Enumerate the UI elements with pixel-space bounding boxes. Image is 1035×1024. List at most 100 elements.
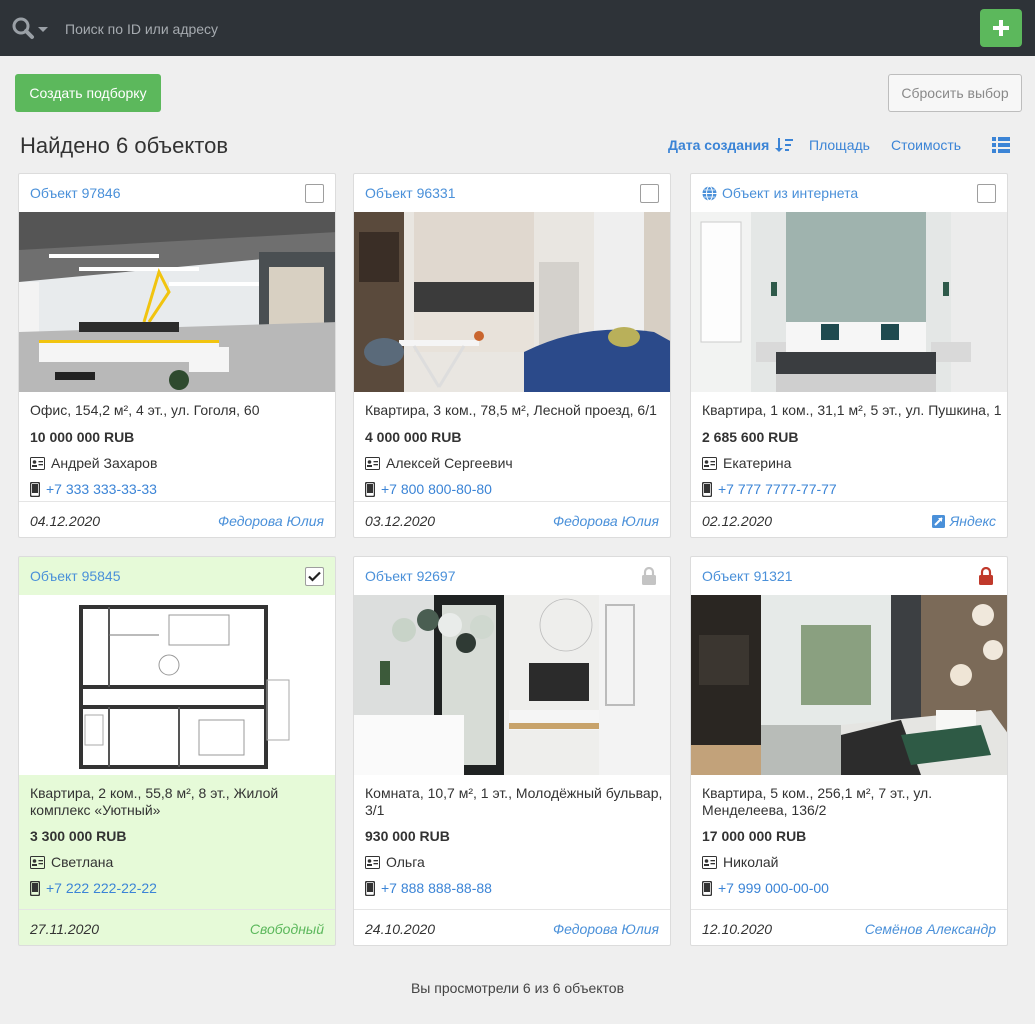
contact-card-icon: [702, 456, 717, 470]
object-phone-link[interactable]: +7 800 800-80-80: [365, 481, 492, 497]
top-bar: [0, 0, 1035, 56]
list-view-icon[interactable]: [992, 137, 1010, 153]
card-header: Объект 97846: [19, 174, 335, 212]
object-date: 02.12.2020: [702, 513, 773, 529]
contact-name: Ольга: [386, 854, 425, 870]
object-description: Квартира, 5 ком., 256,1 м², 7 эт., ул. М…: [702, 785, 933, 818]
select-checkbox[interactable]: [305, 184, 324, 203]
contact-card-icon: [365, 855, 380, 869]
agent-link[interactable]: Федорова Юлия: [218, 513, 324, 529]
phone-number: +7 800 800-80-80: [381, 481, 492, 497]
source-link[interactable]: Яндекс: [931, 513, 996, 529]
object-phone-link[interactable]: +7 777 7777-77-77: [702, 481, 837, 497]
object-id-link[interactable]: Объект 92697: [365, 568, 456, 584]
card-footer: 12.10.2020 Семёнов Александр: [691, 909, 1007, 945]
agent-status: Свободный: [249, 921, 324, 937]
source-name: Яндекс: [949, 513, 996, 529]
object-id-link[interactable]: Объект 95845: [30, 568, 121, 584]
select-checkbox-checked[interactable]: [305, 567, 324, 586]
external-link-icon: [931, 514, 945, 528]
search-icon[interactable]: [12, 17, 50, 41]
create-selection-button[interactable]: Создать подборку: [15, 74, 161, 112]
contact-name: Светлана: [51, 854, 114, 870]
object-card[interactable]: Объект 92697 Комната, 10,7 м², 1 эт., Мо…: [353, 556, 671, 946]
object-date: 03.12.2020: [365, 513, 436, 529]
contact-name: Екатерина: [723, 455, 792, 471]
object-card[interactable]: Объект 97846 Офис, 154,2 м², 4 эт., ул. …: [18, 173, 336, 538]
object-photo[interactable]: [354, 212, 670, 392]
contact-card-icon: [702, 855, 717, 869]
plus-icon: [993, 20, 1009, 36]
agent-link[interactable]: Федорова Юлия: [553, 921, 659, 937]
card-footer: 03.12.2020 Федорова Юлия: [354, 501, 670, 537]
object-date: 27.11.2020: [30, 921, 100, 937]
reset-selection-button[interactable]: Сбросить выбор: [888, 74, 1022, 112]
mobile-phone-icon: [30, 481, 40, 497]
object-id-link[interactable]: Объект 97846: [30, 185, 121, 201]
object-price: 10 000 000 RUB: [30, 429, 135, 445]
object-card[interactable]: Объект 91321 Квартира, 5 ком., 256,1 м²,…: [690, 556, 1008, 946]
select-checkbox[interactable]: [977, 184, 996, 203]
globe-icon: [702, 185, 717, 201]
search-input[interactable]: [58, 14, 558, 44]
mobile-phone-icon: [365, 481, 375, 497]
object-id-label: Объект из интернета: [722, 185, 859, 201]
object-date: 12.10.2020: [702, 921, 773, 937]
agent-link[interactable]: Федорова Юлия: [553, 513, 659, 529]
card-footer: 04.12.2020 Федорова Юлия: [19, 501, 335, 537]
phone-number: +7 999 000-00-00: [718, 880, 829, 896]
object-contact: Ольга: [365, 854, 425, 870]
object-id-link[interactable]: Объект 91321: [702, 568, 793, 584]
object-description: Комната, 10,7 м², 1 эт., Молодёжный буль…: [365, 785, 663, 818]
phone-number: +7 888 888-88-88: [381, 880, 492, 896]
card-footer: 27.11.2020 Свободный: [19, 909, 335, 945]
checkmark-icon: [308, 571, 321, 582]
mobile-phone-icon: [702, 880, 712, 896]
lock-icon: [641, 566, 657, 585]
object-photo[interactable]: [19, 212, 335, 392]
add-object-button[interactable]: [980, 9, 1022, 47]
object-description: Квартира, 2 ком., 55,8 м², 8 эт., Жилой …: [30, 785, 279, 818]
contact-card-icon: [30, 456, 45, 470]
agent-link[interactable]: Семёнов Александр: [865, 921, 996, 937]
object-phone-link[interactable]: +7 999 000-00-00: [702, 880, 829, 896]
sort-by-price-button[interactable]: Стоимость: [891, 137, 961, 153]
contact-name: Николай: [723, 854, 779, 870]
object-phone-link[interactable]: +7 222 222-22-22: [30, 880, 157, 896]
object-card-selected[interactable]: Объект 95845 Квартира, 2 ком., 55,8 м², …: [18, 556, 336, 946]
contact-card-icon: [365, 456, 380, 470]
sort-desc-icon: [775, 138, 794, 152]
object-description: Офис, 154,2 м², 4 эт., ул. Гоголя, 60: [30, 402, 260, 418]
select-checkbox[interactable]: [640, 184, 659, 203]
object-contact: Андрей Захаров: [30, 455, 157, 471]
card-header: Объект 92697: [354, 557, 670, 595]
object-phone-link[interactable]: +7 888 888-88-88: [365, 880, 492, 896]
phone-number: +7 333 333-33-33: [46, 481, 157, 497]
sort-by-date-button[interactable]: Дата создания: [668, 137, 794, 153]
object-price: 17 000 000 RUB: [702, 828, 807, 844]
object-price: 3 300 000 RUB: [30, 828, 127, 844]
viewed-counter: Вы просмотрели 6 из 6 объектов: [410, 980, 625, 996]
contact-card-icon: [30, 855, 45, 869]
object-date: 24.10.2020: [365, 921, 436, 937]
mobile-phone-icon: [365, 880, 375, 896]
object-contact: Николай: [702, 854, 778, 870]
object-description: Квартира, 1 ком., 31,1 м², 5 эт., ул. Пу…: [702, 402, 1002, 418]
object-contact: Алексей Сергеевич: [365, 455, 513, 471]
object-id-link[interactable]: Объект из интернета: [702, 185, 858, 201]
object-card[interactable]: Объект из интернета Квартира, 1 ком., 31…: [690, 173, 1008, 538]
object-id-link[interactable]: Объект 96331: [365, 185, 456, 201]
object-card[interactable]: Объект 96331 Квартира, 3 ком., 78,5 м², …: [353, 173, 671, 538]
object-photo[interactable]: [691, 595, 1007, 775]
object-photo[interactable]: [354, 595, 670, 775]
object-floor-plan[interactable]: [19, 595, 335, 775]
object-photo[interactable]: [691, 212, 1007, 392]
object-price: 4 000 000 RUB: [365, 429, 462, 445]
card-header: Объект из интернета: [691, 174, 1007, 212]
card-header: Объект 96331: [354, 174, 670, 212]
contact-name: Алексей Сергеевич: [386, 455, 513, 471]
sort-by-area-button[interactable]: Площадь: [809, 137, 870, 153]
object-phone-link[interactable]: +7 333 333-33-33: [30, 481, 157, 497]
object-price: 2 685 600 RUB: [702, 429, 799, 445]
phone-number: +7 777 7777-77-77: [718, 481, 837, 497]
